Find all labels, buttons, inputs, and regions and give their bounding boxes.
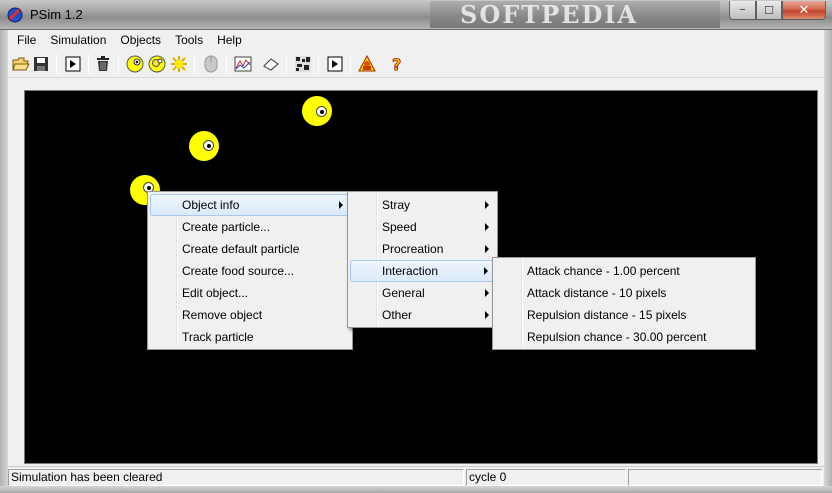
eraser-icon[interactable] xyxy=(260,53,282,75)
toolbar-separator xyxy=(318,54,319,74)
submenu-arrow-icon xyxy=(485,245,489,253)
menu-item-label: Track particle xyxy=(182,330,254,344)
toolbar: ? xyxy=(8,50,824,78)
play-icon[interactable] xyxy=(62,53,84,75)
toolbar-separator xyxy=(286,54,287,74)
particle-icon[interactable] xyxy=(124,53,146,75)
window-controls: − ☐ ✕ xyxy=(729,1,826,20)
menu-item-create-default-particle[interactable]: Create default particle xyxy=(148,238,352,260)
submenu-arrow-icon xyxy=(485,289,489,297)
menu-item-label: Other xyxy=(382,308,413,322)
interaction-submenu: Attack chance - 1.00 percent Attack dist… xyxy=(492,257,756,350)
submenu-arrow-icon xyxy=(485,311,489,319)
menu-item-repulsion-distance[interactable]: Repulsion distance - 15 pixels xyxy=(493,304,755,326)
minimize-button[interactable]: − xyxy=(729,1,756,20)
toolbar-separator xyxy=(56,54,57,74)
menu-item-procreation[interactable]: Procreation xyxy=(348,238,497,260)
particle-eye xyxy=(316,106,327,117)
particle-pupil xyxy=(147,186,151,190)
save-icon[interactable] xyxy=(30,53,52,75)
menu-item-object-info[interactable]: Object info xyxy=(150,194,350,216)
particle[interactable] xyxy=(302,96,332,126)
window-frame-left xyxy=(0,30,8,493)
status-message: Simulation has been cleared xyxy=(8,469,464,486)
submenu-arrow-icon xyxy=(485,223,489,231)
app-icon xyxy=(7,7,23,23)
context-menu: Object info Create particle... Create de… xyxy=(147,191,353,350)
menu-help[interactable]: Help xyxy=(210,30,249,50)
menu-item-label: Repulsion distance - 15 pixels xyxy=(527,308,687,322)
menu-item-remove-object[interactable]: Remove object xyxy=(148,304,352,326)
status-cycle: cycle 0 xyxy=(466,469,626,486)
toolbar-separator xyxy=(118,54,119,74)
mouse-icon[interactable] xyxy=(200,53,222,75)
particle-pupil xyxy=(207,144,211,148)
menu-item-label: Procreation xyxy=(382,242,444,256)
submenu-arrow-icon xyxy=(485,201,489,209)
menu-item-other[interactable]: Other xyxy=(348,304,497,326)
menu-item-stray[interactable]: Stray xyxy=(348,194,497,216)
menu-item-track-particle[interactable]: Track particle xyxy=(148,326,352,348)
particle-eye xyxy=(203,140,214,151)
open-icon[interactable] xyxy=(10,53,32,75)
menu-item-label: Create food source... xyxy=(182,264,295,278)
close-button[interactable]: ✕ xyxy=(782,1,826,20)
menu-item-speed[interactable]: Speed xyxy=(348,216,497,238)
menu-item-label: Object info xyxy=(182,198,240,212)
status-empty-panel xyxy=(628,469,822,486)
menu-item-create-particle[interactable]: Create particle... xyxy=(148,216,352,238)
submenu-arrow-icon xyxy=(339,201,343,209)
menu-item-label: General xyxy=(382,286,425,300)
object-info-submenu: Stray Speed Procreation Interaction Gene… xyxy=(347,191,498,328)
chart-icon[interactable] xyxy=(232,53,254,75)
menu-item-label: Attack chance - 1.00 percent xyxy=(527,264,680,278)
menu-bar: File Simulation Objects Tools Help xyxy=(8,30,824,50)
svg-text:?: ? xyxy=(392,55,401,73)
warning-user-icon[interactable] xyxy=(356,53,378,75)
menu-item-label: Edit object... xyxy=(182,286,249,300)
window-title: PSim 1.2 xyxy=(30,7,83,22)
title-bar[interactable]: SOFTPEDIA PSim 1.2 − ☐ ✕ xyxy=(0,0,832,30)
toolbar-separator xyxy=(194,54,195,74)
window-frame-bottom xyxy=(0,486,832,493)
menu-item-create-food-source[interactable]: Create food source... xyxy=(148,260,352,282)
menu-item-interaction[interactable]: Interaction xyxy=(350,260,495,282)
menu-item-label: Repulsion chance - 30.00 percent xyxy=(527,330,707,344)
menu-item-label: Speed xyxy=(382,220,417,234)
menu-item-general[interactable]: General xyxy=(348,282,497,304)
menu-item-attack-chance[interactable]: Attack chance - 1.00 percent xyxy=(493,260,755,282)
menu-item-label: Attack distance - 10 pixels xyxy=(527,286,667,300)
grid-icon[interactable] xyxy=(292,53,314,75)
menu-item-attack-distance[interactable]: Attack distance - 10 pixels xyxy=(493,282,755,304)
menu-simulation[interactable]: Simulation xyxy=(43,30,113,50)
menu-item-label: Stray xyxy=(382,198,411,212)
food-source-icon[interactable] xyxy=(168,53,190,75)
particle[interactable] xyxy=(189,131,219,161)
particle-pupil xyxy=(320,110,324,114)
menu-item-label: Interaction xyxy=(382,264,439,278)
help-icon[interactable]: ? xyxy=(386,53,408,75)
menu-item-label: Remove object xyxy=(182,308,263,322)
menu-item-label: Create default particle xyxy=(182,242,300,256)
menu-item-edit-object[interactable]: Edit object... xyxy=(148,282,352,304)
window-frame-right xyxy=(824,30,832,493)
menu-objects[interactable]: Objects xyxy=(113,30,168,50)
softpedia-watermark: SOFTPEDIA xyxy=(430,1,720,28)
menu-item-label: Create particle... xyxy=(182,220,271,234)
toolbar-separator xyxy=(226,54,227,74)
run-icon[interactable] xyxy=(324,53,346,75)
maximize-button[interactable]: ☐ xyxy=(756,1,782,20)
menu-file[interactable]: File xyxy=(10,30,43,50)
status-bar: Simulation has been cleared cycle 0 xyxy=(8,466,824,486)
toolbar-separator xyxy=(350,54,351,74)
trash-icon[interactable] xyxy=(92,53,114,75)
menu-item-repulsion-chance[interactable]: Repulsion chance - 30.00 percent xyxy=(493,326,755,348)
particle-double-icon[interactable] xyxy=(146,53,168,75)
toolbar-separator xyxy=(88,54,89,74)
menu-tools[interactable]: Tools xyxy=(168,30,210,50)
submenu-arrow-icon xyxy=(484,267,488,275)
